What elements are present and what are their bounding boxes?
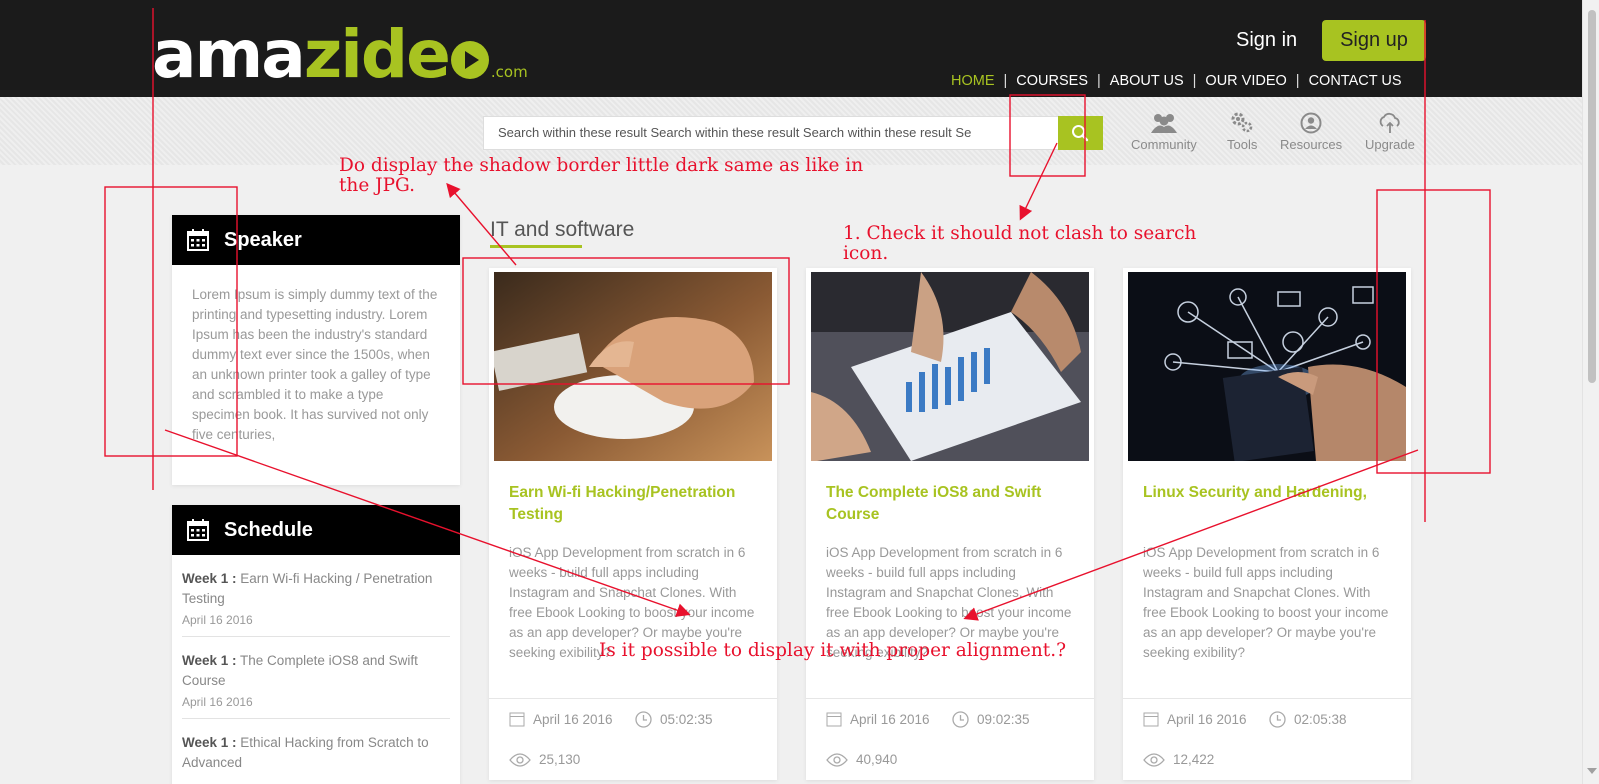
course-title[interactable]: Earn Wi-fi Hacking/Penetration Testing	[509, 482, 759, 526]
course-views: 12,422	[1143, 752, 1214, 767]
course-views: 40,940	[826, 752, 897, 767]
course-date: April 16 2016	[509, 711, 613, 727]
course-date: April 16 2016	[1143, 711, 1247, 727]
search-icon	[1072, 125, 1089, 142]
scroll-down-arrow-icon[interactable]	[1587, 768, 1597, 774]
search-button[interactable]	[1058, 116, 1103, 150]
signin-link[interactable]: Sign in	[1236, 29, 1297, 52]
tool-label: Tools	[1227, 137, 1258, 152]
calendar-icon	[509, 712, 525, 727]
schedule-title: Schedule	[224, 519, 313, 541]
nav-home[interactable]: HOME	[951, 73, 995, 89]
course-image-digital[interactable]	[1128, 272, 1406, 461]
section-underline	[490, 245, 582, 248]
course-description: iOS App Development from scratch in 6 we…	[1143, 545, 1389, 660]
tool-tools[interactable]: Tools	[1227, 112, 1257, 152]
section-title: IT and software	[490, 218, 635, 241]
schedule-panel: Schedule Week 1 : Earn Wi-fi Hacking / P…	[172, 505, 460, 784]
calendar-icon	[826, 712, 842, 727]
resources-icon	[1300, 112, 1322, 134]
speaker-title: Speaker	[224, 229, 302, 251]
course-date: April 16 2016	[826, 711, 930, 727]
clock-icon	[635, 711, 652, 728]
tool-label: Community	[1131, 137, 1197, 152]
tool-community[interactable]: Community	[1131, 112, 1197, 152]
course-title[interactable]: The Complete iOS8 and Swift Course	[826, 482, 1076, 526]
scrollbar-thumb[interactable]	[1588, 10, 1596, 383]
course-image-tablet[interactable]	[811, 272, 1089, 461]
nav-contact-us[interactable]: CONTACT US	[1309, 73, 1402, 89]
course-title[interactable]: Linux Security and Hardening,	[1143, 482, 1393, 504]
tool-label: Upgrade	[1365, 137, 1415, 152]
schedule-date: April 16 2016	[182, 613, 253, 627]
eye-icon	[826, 752, 848, 767]
calendar-icon	[187, 519, 209, 541]
nav-about-us[interactable]: ABOUT US	[1110, 73, 1184, 89]
schedule-item[interactable]: Week 1 : Ethical Hacking from Scratch to…	[182, 719, 450, 782]
community-icon	[1150, 114, 1177, 133]
tool-resources[interactable]: Resources	[1280, 112, 1342, 152]
annotation-shadow: Do display the shadow border little dark…	[339, 155, 864, 196]
gears-icon	[1231, 112, 1253, 133]
nav-courses[interactable]: COURSES	[1016, 73, 1088, 89]
course-card[interactable]: Linux Security and Hardening, iOS App De…	[1123, 268, 1411, 780]
nav-our-video[interactable]: OUR VIDEO	[1205, 73, 1286, 89]
signup-button[interactable]: Sign up	[1322, 20, 1426, 61]
course-duration: 02:05:38	[1269, 711, 1347, 728]
eye-icon	[1143, 752, 1165, 767]
schedule-date: April 16 2016	[182, 695, 253, 709]
upgrade-icon	[1379, 112, 1400, 133]
speaker-header: Speaker	[172, 215, 460, 265]
speaker-panel: Speaker Lorem Ipsum is simply dummy text…	[172, 215, 460, 485]
course-card[interactable]: Earn Wi-fi Hacking/Penetration Testing i…	[489, 268, 777, 780]
search-input[interactable]: Search within these result Search within…	[483, 116, 1059, 150]
main-nav: HOME | COURSES | ABOUT US | OUR VIDEO | CONTACT …	[951, 73, 1402, 89]
schedule-header: Schedule	[172, 505, 460, 555]
clock-icon	[1269, 711, 1286, 728]
schedule-item[interactable]: Week 1 : Earn Wi-fi Hacking / Penetratio…	[182, 555, 450, 637]
annotation-search: 1. Check it should not clash to search i…	[843, 223, 1197, 264]
course-duration: 05:02:35	[635, 711, 713, 728]
tool-upgrade[interactable]: Upgrade	[1365, 112, 1415, 152]
calendar-icon	[187, 229, 209, 251]
page-scrollbar[interactable]	[1582, 0, 1599, 784]
course-image-mouse[interactable]	[494, 272, 772, 461]
annotation-alignment: Is it possible to display it with proper…	[599, 640, 1067, 661]
calendar-icon	[1143, 712, 1159, 727]
course-duration: 09:02:35	[952, 711, 1030, 728]
clock-icon	[952, 711, 969, 728]
play-icon	[450, 41, 489, 79]
speaker-text: Lorem Ipsum is simply dummy text of the …	[192, 287, 438, 442]
eye-icon	[509, 752, 531, 767]
course-views: 25,130	[509, 752, 580, 767]
course-card[interactable]: The Complete iOS8 and Swift Course iOS A…	[806, 268, 1094, 780]
tool-label: Resources	[1280, 137, 1343, 152]
schedule-item[interactable]: Week 1 : The Complete iOS8 and Swift Cou…	[182, 637, 450, 719]
